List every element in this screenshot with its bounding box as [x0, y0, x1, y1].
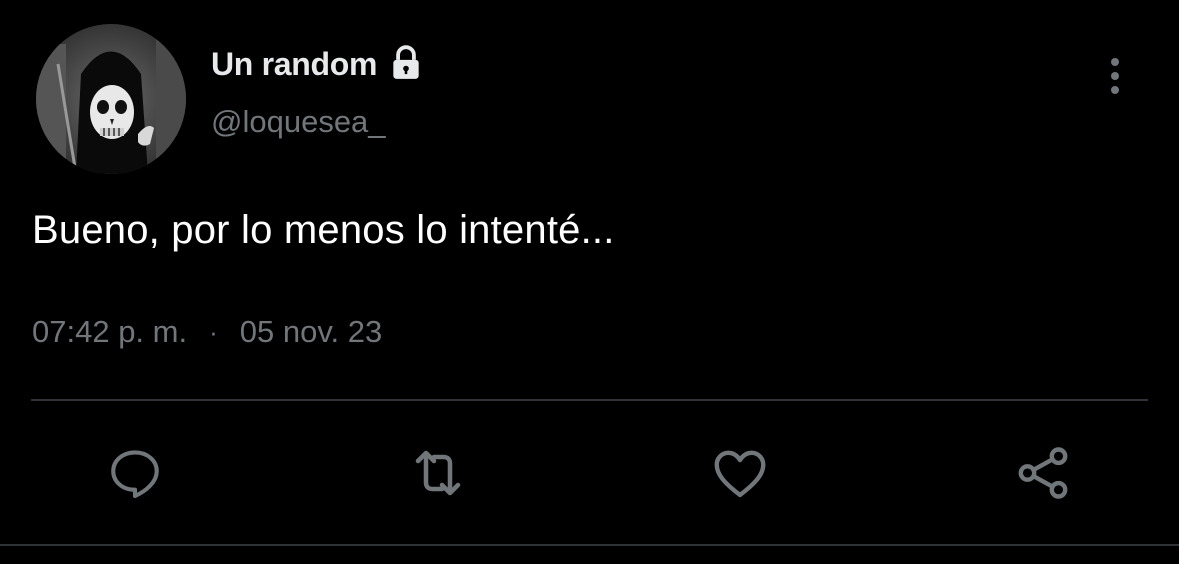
avatar[interactable]: [36, 24, 186, 174]
tweet-text: Bueno, por lo menos lo intenté...: [32, 208, 615, 252]
share-icon: [1018, 447, 1068, 499]
grim-reaper-avatar: [36, 24, 186, 174]
tweet-card: Un random @loquesea_ Bueno, por lo menos…: [0, 0, 1179, 564]
user-handle[interactable]: @loquesea_: [211, 104, 386, 140]
tweet-time: 07:42 p. m.: [32, 314, 188, 349]
tweet-meta: 07:42 p. m. · 05 nov. 23: [32, 314, 382, 350]
more-options-button[interactable]: [1100, 54, 1130, 98]
meta-separator: ·: [209, 316, 218, 347]
tweet-date: 05 nov. 23: [239, 314, 383, 349]
reply-button[interactable]: [102, 440, 168, 506]
bottom-divider: [0, 544, 1179, 546]
divider: [31, 399, 1148, 401]
share-button[interactable]: [1010, 440, 1076, 506]
action-bar: [0, 440, 1179, 506]
reply-icon: [111, 450, 159, 499]
retweet-icon: [415, 450, 461, 496]
lock-icon: [387, 44, 425, 87]
display-name[interactable]: Un random: [211, 46, 378, 83]
like-button[interactable]: [707, 440, 773, 506]
heart-icon: [714, 450, 766, 498]
retweet-button[interactable]: [405, 440, 471, 506]
more-vertical-icon: [1111, 58, 1119, 94]
